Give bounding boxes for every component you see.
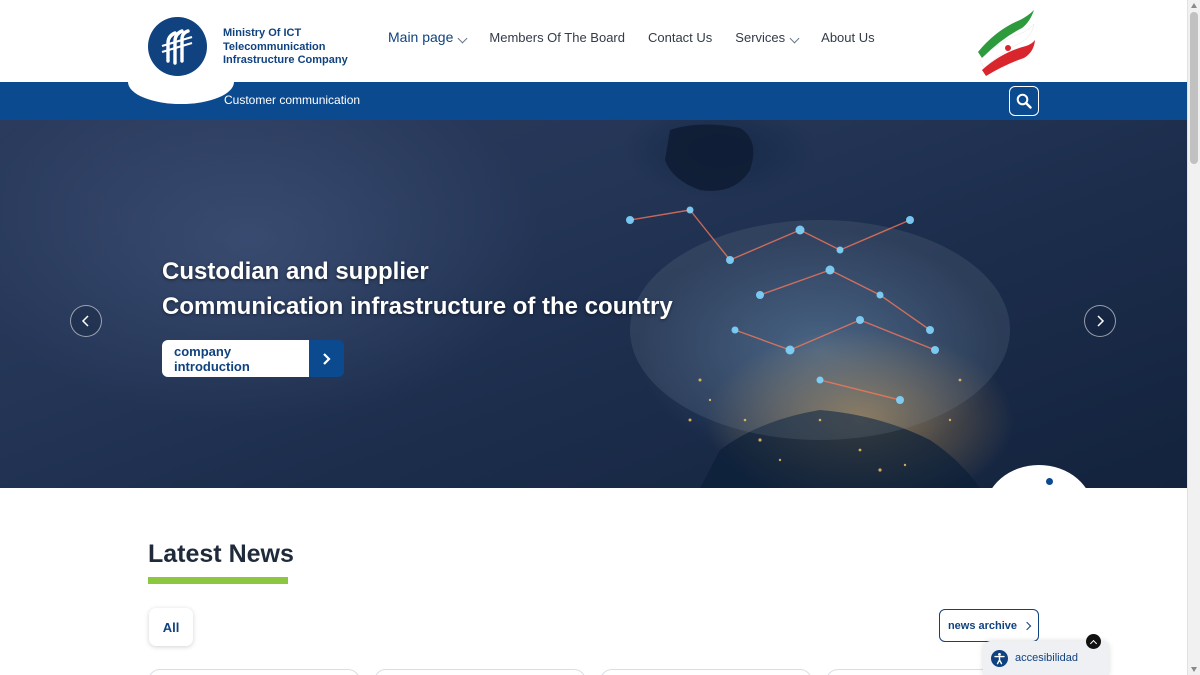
nav-item-label: Contact Us [647,29,713,45]
page: Ministry Of ICT Telecommunication Infras… [0,0,1187,675]
company-name-line-2: Telecommunication [223,40,326,53]
hero-title-line-2: Communication infrastructure of the coun… [162,293,673,320]
accessibility-icon [991,649,1008,667]
chevron-right-icon [1097,315,1105,327]
company-name[interactable]: Ministry Of ICT Telecommunication Infras… [223,27,383,68]
scroll-down-arrow-icon[interactable] [1191,667,1197,672]
nav-item-about-us[interactable]: About Us [821,30,874,45]
main-nav: Main page Members Of The Board Contact U… [388,29,898,45]
nav-item-label: Main page [388,29,454,45]
news-card[interactable] [148,669,360,675]
nav-item-label: Services [735,29,786,45]
hero-slider: Custodian and supplier Communication inf… [0,120,1187,488]
site-header: Ministry Of ICT Telecommunication Infras… [0,0,1187,82]
filter-all-button[interactable]: All [149,608,193,646]
nav-item-label: About Us [821,29,875,45]
chevron-left-icon [81,315,89,327]
news-card[interactable] [374,669,586,675]
company-logo-icon[interactable] [148,17,207,76]
chevron-up-icon [1089,639,1098,647]
search-button[interactable] [1009,86,1039,116]
search-icon [1016,93,1032,109]
slider-dot-active[interactable] [1046,478,1053,485]
nav-item-contact-us[interactable]: Contact Us [648,30,712,45]
heading-underline [148,577,288,584]
company-name-line-3: Infrastructure Company [223,54,348,66]
company-name-line-1: Ministry Of ICT [223,27,302,39]
news-archive-label: news archive [947,619,1018,632]
page-scrollbar[interactable] [1187,0,1200,675]
hero-title-line-1: Custodian and supplier [162,258,429,285]
chevron-down-icon [457,33,468,43]
nav-item-services[interactable]: Services [735,29,800,45]
scrollbar-thumb[interactable] [1190,12,1198,164]
slider-next-button[interactable] [1084,305,1116,337]
chevron-right-icon [1022,621,1032,630]
scroll-up-arrow-icon[interactable] [1191,3,1197,8]
iran-flag-icon [978,10,1035,76]
news-card[interactable] [600,669,812,675]
company-introduction-label: company introduction [162,340,309,377]
company-introduction-button[interactable]: company introduction [162,340,344,377]
slider-prev-button[interactable] [70,305,102,337]
chevron-right-icon [309,340,344,377]
nav-item-label: Members Of The Board [489,29,625,45]
latest-news-heading: Latest News [148,540,294,568]
chevron-down-icon [789,33,800,43]
nav-item-main-page[interactable]: Main page [388,29,468,45]
nav-item-members-of-the-board[interactable]: Members Of The Board [489,30,625,45]
collapse-accessibility-button[interactable] [1086,634,1101,649]
news-archive-button[interactable]: news archive [939,609,1039,642]
accessibility-label: accesibilidad [1015,652,1078,664]
customer-communication-link[interactable]: Customer communication [224,93,360,107]
hero-title: Custodian and supplier Communication inf… [162,254,673,324]
